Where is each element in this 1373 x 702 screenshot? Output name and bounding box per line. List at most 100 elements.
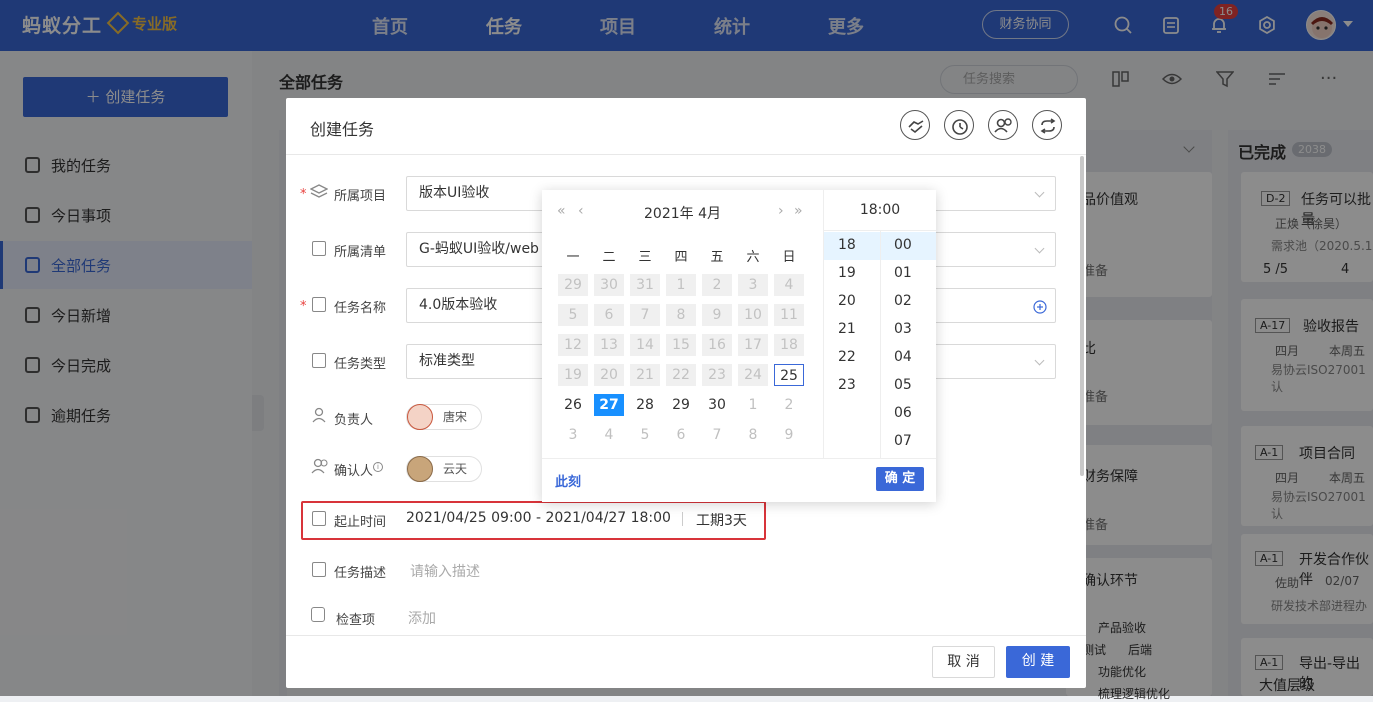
repeat-icon[interactable] [1032, 110, 1062, 140]
calendar-day[interactable]: 11 [774, 304, 804, 326]
owner-chip[interactable]: 唐宋 [406, 404, 483, 430]
modal-footer-divider [286, 635, 1086, 636]
hour-option[interactable]: 21 [838, 321, 856, 337]
calendar-day[interactable]: 1 [666, 274, 696, 296]
hour-option[interactable]: 22 [838, 349, 856, 365]
minute-option[interactable]: 01 [894, 265, 912, 281]
calendar-day[interactable]: 8 [666, 304, 696, 326]
calendar-day[interactable]: 1 [738, 394, 768, 416]
calendar-day[interactable]: 5 [630, 424, 660, 446]
calendar-day[interactable]: 23 [702, 364, 732, 386]
hour-option[interactable]: 23 [838, 377, 856, 393]
calendar-day[interactable]: 17 [738, 334, 768, 356]
calendar-day[interactable]: 2 [774, 394, 804, 416]
calendar-day[interactable]: 4 [774, 274, 804, 296]
datetime-picker: « ‹ 2021年 4月 › » 18:00 一二三四五六日 29 30 31 1 2 3… [542, 190, 936, 502]
calendar-day[interactable]: 14 [630, 334, 660, 356]
calendar-day[interactable]: 9 [774, 424, 804, 446]
next-year-icon[interactable]: » [794, 203, 803, 219]
cancel-button[interactable]: 取 消 [932, 646, 995, 678]
calendar-day[interactable]: 6 [594, 304, 624, 326]
avatar [407, 404, 433, 430]
hour-option[interactable]: 20 [838, 293, 856, 309]
add-circle-icon[interactable] [1033, 300, 1047, 314]
weekday-header: 六 [746, 250, 760, 265]
required-mark: * [300, 299, 307, 314]
calendar-day[interactable]: 21 [630, 364, 660, 386]
users-icon[interactable] [988, 110, 1018, 140]
calendar-day[interactable]: 26 [558, 394, 588, 416]
calendar-day[interactable]: 12 [558, 334, 588, 356]
calendar-day[interactable]: 3 [558, 424, 588, 446]
weekday-header: 三 [638, 250, 652, 265]
calendar-day[interactable]: 31 [630, 274, 660, 296]
handshake-icon[interactable] [900, 110, 930, 140]
description-label: 任务描述 [334, 566, 387, 581]
calendar-day[interactable]: 3 [738, 274, 768, 296]
calendar-day[interactable]: 19 [558, 364, 588, 386]
divider [542, 458, 936, 459]
divider [682, 512, 683, 526]
task-name-label: 任务名称 [334, 301, 387, 316]
minute-option[interactable]: 04 [894, 349, 912, 365]
description-icon [312, 562, 326, 577]
now-button[interactable]: 此刻 [555, 471, 581, 490]
calendar-day[interactable]: 22 [666, 364, 696, 386]
create-button[interactable]: 创 建 [1006, 646, 1070, 678]
calendar-day[interactable]: 13 [594, 334, 624, 356]
calendar-day[interactable]: 28 [630, 394, 660, 416]
checklist-label: 检查项 [336, 613, 376, 628]
calendar-day[interactable]: 7 [630, 304, 660, 326]
list-label: 所属清单 [334, 245, 387, 260]
calendar-day[interactable]: 24 [738, 364, 768, 386]
calendar-day[interactable]: 6 [666, 424, 696, 446]
project-label: 所属项目 [334, 189, 387, 204]
weekday-header: 日 [782, 250, 796, 265]
calendar-day[interactable]: 18 [774, 334, 804, 356]
calendar-day[interactable]: 7 [702, 424, 732, 446]
chevron-down-icon [1034, 243, 1045, 254]
users-icon [311, 458, 328, 474]
minute-option[interactable]: 07 [894, 433, 912, 449]
minute-option[interactable]: 05 [894, 377, 912, 393]
minute-option[interactable]: 00 [894, 237, 912, 253]
description-input[interactable]: 请输入描述 [410, 561, 480, 581]
minute-option[interactable]: 02 [894, 293, 912, 309]
add-checklist-link[interactable]: 添加 [408, 608, 436, 628]
modal-scrollbar[interactable] [1080, 156, 1084, 476]
next-month-icon[interactable]: › [778, 203, 784, 219]
weekday-header: 二 [602, 250, 616, 265]
task-type-label: 任务类型 [334, 357, 387, 372]
date-range-value[interactable]: 2021/04/25 09:00 - 2021/04/27 18:00 [406, 510, 671, 526]
confirmer-chip[interactable]: 云天 [406, 456, 483, 482]
calendar-day[interactable]: 8 [738, 424, 768, 446]
info-icon[interactable]: i [373, 462, 383, 472]
minute-option[interactable]: 06 [894, 405, 912, 421]
calendar-day[interactable]: 29 [666, 394, 696, 416]
calendar-day[interactable]: 27 [594, 394, 624, 416]
required-mark: * [300, 187, 307, 202]
calendar-day[interactable]: 30 [702, 394, 732, 416]
minute-option[interactable]: 03 [894, 321, 912, 337]
hour-option[interactable]: 18 [838, 237, 856, 253]
calendar-day[interactable]: 30 [594, 274, 624, 296]
checklist-icon [311, 607, 325, 622]
modal-title: 创建任务 [310, 120, 375, 139]
calendar-day[interactable]: 25 [774, 364, 804, 386]
calendar-day[interactable]: 20 [594, 364, 624, 386]
modal-divider [286, 154, 1086, 155]
calendar-day[interactable]: 9 [702, 304, 732, 326]
alarm-icon[interactable] [944, 110, 974, 140]
calendar-day[interactable]: 5 [558, 304, 588, 326]
calendar-day[interactable]: 16 [702, 334, 732, 356]
calendar-day[interactable]: 10 [738, 304, 768, 326]
confirm-button[interactable]: 确 定 [876, 467, 924, 491]
hour-option[interactable]: 19 [838, 265, 856, 281]
calendar-day[interactable]: 2 [702, 274, 732, 296]
calendar-day[interactable]: 29 [558, 274, 588, 296]
divider [880, 230, 881, 458]
list-icon [312, 241, 326, 256]
calendar-day[interactable]: 4 [594, 424, 624, 446]
calendar-day[interactable]: 15 [666, 334, 696, 356]
chevron-down-icon [1034, 355, 1045, 366]
